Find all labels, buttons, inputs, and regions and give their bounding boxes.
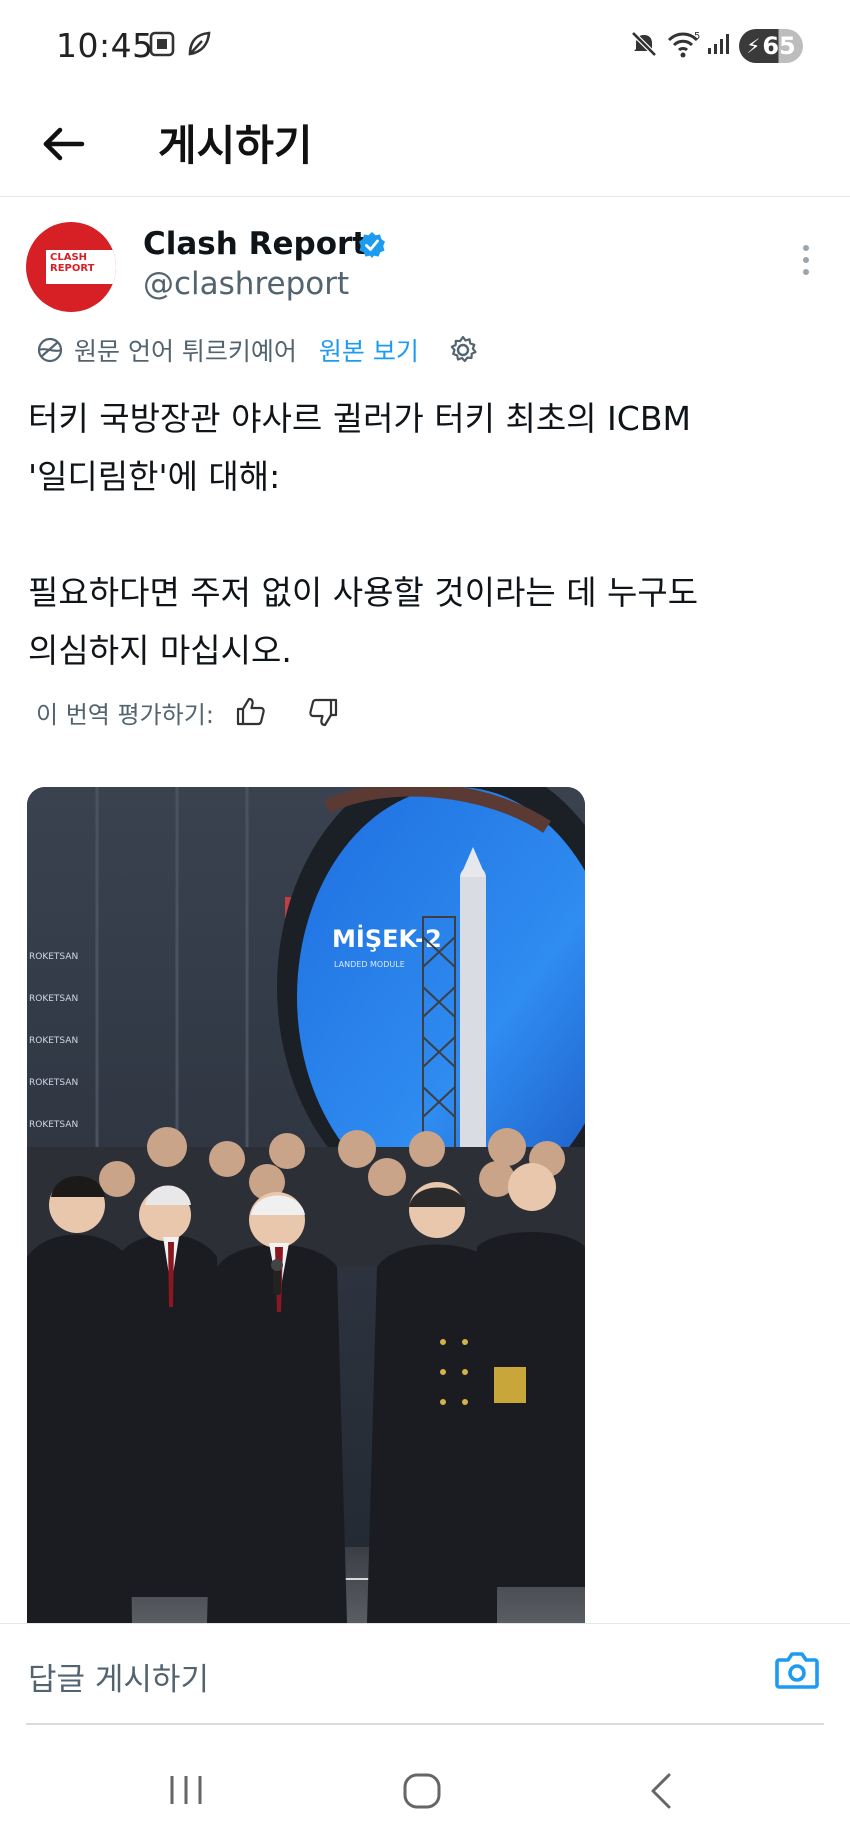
battery-level: 65 — [762, 32, 796, 60]
status-bar: 10:45 5 ⚡ 65 — [0, 0, 850, 92]
page-title: 게시하기 — [158, 121, 313, 170]
more-options-icon[interactable] — [796, 240, 816, 280]
post-video[interactable]: ROKETSAN ROKETSAN ROKETSAN ROKETSAN ROKE… — [27, 787, 585, 1623]
avatar-logo-text: CLASH REPORT — [50, 252, 95, 274]
translate-globe-icon — [37, 337, 63, 363]
svg-text:ROKETSAN: ROKETSAN — [29, 1078, 78, 1088]
back-arrow-icon[interactable] — [36, 116, 92, 172]
video-frame-image: ROKETSAN ROKETSAN ROKETSAN ROKETSAN ROKE… — [27, 787, 585, 1623]
avatar[interactable]: CLASH REPORT — [26, 222, 116, 312]
rate-translation-label: 이 번역 평가하기: — [36, 700, 214, 729]
verified-badge-icon — [359, 232, 385, 258]
wifi-icon: 5 — [667, 31, 700, 58]
system-back-icon[interactable] — [645, 1772, 675, 1810]
signal-icon — [708, 34, 729, 54]
reply-input[interactable]: 답글 게시하기 — [28, 1654, 209, 1699]
screenshot-icon — [149, 31, 175, 57]
status-time: 10:45 — [56, 26, 154, 65]
top-app-bar: 게시하기 — [0, 92, 850, 197]
svg-text:ROKETSAN: ROKETSAN — [29, 1036, 78, 1046]
reply-divider — [26, 1723, 824, 1725]
thumbs-up-icon[interactable] — [234, 695, 268, 729]
svg-text:ROKETSAN: ROKETSAN — [29, 1120, 78, 1130]
screen-subtitle-text: LANDED MODULE — [334, 960, 405, 969]
leaf-icon — [188, 31, 211, 56]
view-original-link[interactable]: 원본 보기 — [319, 332, 419, 368]
bolt-icon: ⚡ — [746, 34, 761, 58]
camera-icon[interactable] — [773, 1646, 821, 1694]
post-text: 터키 국방장관 야사르 귈러가 터키 최초의 ICBM '일디림한'에 대해: … — [28, 399, 699, 670]
rate-translation-row: 이 번역 평가하기: — [36, 692, 340, 732]
recent-apps-icon[interactable] — [166, 1772, 206, 1808]
translated-from-label: 원문 언어 튀르키예어 — [74, 337, 297, 366]
svg-text:ROKETSAN: ROKETSAN — [29, 952, 78, 962]
system-navigation-bar — [0, 1742, 850, 1842]
reply-composer[interactable]: 답글 게시하기 — [0, 1623, 850, 1724]
gear-icon[interactable] — [447, 334, 479, 366]
svg-text:ROKETSAN: ROKETSAN — [29, 994, 78, 1004]
mute-icon — [631, 31, 657, 57]
thumbs-down-icon[interactable] — [306, 695, 340, 729]
battery-indicator: ⚡ 65 — [739, 29, 803, 63]
author-name[interactable]: Clash Report — [143, 226, 367, 262]
translation-info-row: 원문 언어 튀르키예어 원본 보기 — [36, 330, 479, 370]
svg-text:5: 5 — [694, 31, 700, 42]
author-handle[interactable]: @clashreport — [143, 266, 349, 302]
home-icon[interactable] — [402, 1772, 442, 1810]
